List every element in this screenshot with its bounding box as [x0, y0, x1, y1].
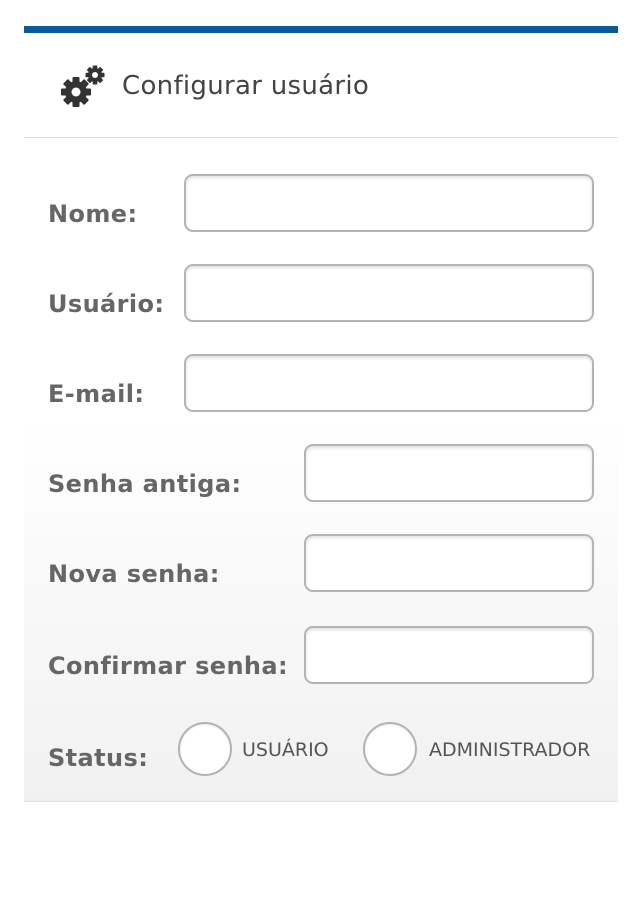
email-input[interactable] — [184, 354, 594, 412]
confirm-password-label: Confirmar senha: — [48, 652, 289, 680]
status-option-user-label[interactable]: USUÁRIO — [242, 739, 329, 761]
header: Configurar usuário — [24, 33, 618, 138]
status-option-admin-label[interactable]: ADMINISTRADOR — [429, 739, 590, 761]
page-title: Configurar usuário — [122, 71, 370, 101]
username-input[interactable] — [184, 264, 594, 322]
confirm-password-input[interactable] — [304, 626, 594, 684]
email-label: E-mail: — [48, 380, 145, 408]
new-password-label: Nova senha: — [48, 560, 220, 588]
username-label: Usuário: — [48, 290, 165, 318]
gears-icon — [61, 65, 105, 107]
name-label: Nome: — [48, 200, 138, 228]
user-form: Nome: Usuário: E-mail: Senha antiga: Nov… — [24, 138, 618, 802]
status-radio-user[interactable] — [178, 722, 232, 776]
status-radio-admin[interactable] — [363, 722, 417, 776]
name-input[interactable] — [184, 174, 594, 232]
old-password-label: Senha antiga: — [48, 470, 242, 498]
old-password-input[interactable] — [304, 444, 594, 502]
new-password-input[interactable] — [304, 534, 594, 592]
status-label: Status: — [48, 744, 149, 772]
top-accent-bar — [24, 26, 618, 33]
user-config-panel: Configurar usuário Nome: Usuário: E-mail… — [24, 26, 618, 802]
